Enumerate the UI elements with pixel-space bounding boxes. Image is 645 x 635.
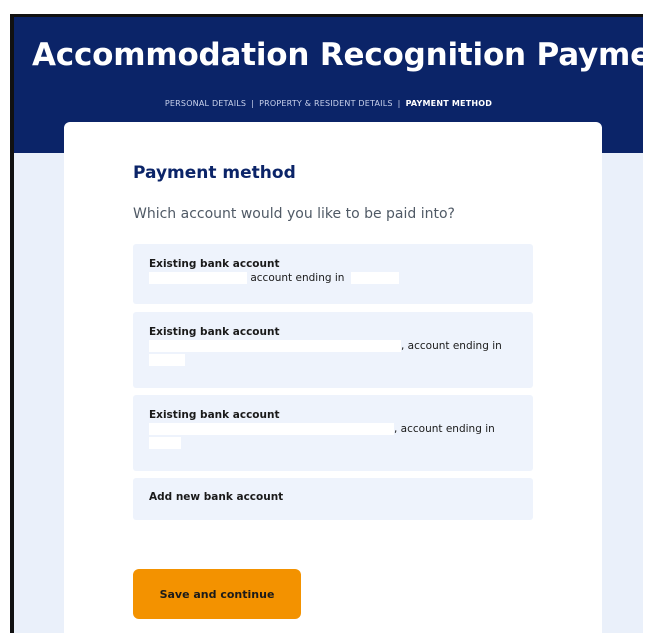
bank-account-option-3[interactable]: Existing bank account , account ending i… <box>133 395 533 471</box>
bank-account-option-1[interactable]: Existing bank account account ending in <box>133 244 533 304</box>
redacted-account-number <box>149 354 185 366</box>
step-property-resident-details: PROPERTY & RESIDENT DETAILS <box>259 99 393 108</box>
redacted-account-name <box>149 340 401 352</box>
option-title: Existing bank account <box>149 258 280 270</box>
option-title: Existing bank account <box>149 326 280 338</box>
bank-account-option-2[interactable]: Existing bank account , account ending i… <box>133 312 533 388</box>
option-title: Existing bank account <box>149 409 280 421</box>
redacted-account-number <box>350 272 399 284</box>
option-detail: , account ending in <box>401 340 502 352</box>
section-title: Payment method <box>133 163 296 183</box>
option-detail: , account ending in <box>394 423 495 435</box>
option-detail: account ending in <box>250 272 345 284</box>
step-separator: | <box>397 99 401 108</box>
progress-steps: PERSONAL DETAILS | PROPERTY & RESIDENT DET… <box>14 99 643 108</box>
option-title: Add new bank account <box>149 491 284 503</box>
add-new-bank-account-option[interactable]: Add new bank account <box>133 478 533 520</box>
redacted-account-name <box>149 272 247 284</box>
redacted-account-number <box>149 437 181 449</box>
app-title: Accommodation Recognition Payment <box>32 37 643 73</box>
step-payment-method: PAYMENT METHOD <box>405 99 493 108</box>
app-window: Accommodation Recognition Payment PERSON… <box>10 14 643 633</box>
step-personal-details: PERSONAL DETAILS <box>164 99 247 108</box>
step-separator: | <box>251 99 255 108</box>
save-and-continue-button[interactable]: Save and continue <box>133 569 301 619</box>
form-card: Payment method Which account would you l… <box>64 122 602 633</box>
question-text: Which account would you like to be paid … <box>133 206 455 222</box>
redacted-account-name <box>149 423 394 435</box>
